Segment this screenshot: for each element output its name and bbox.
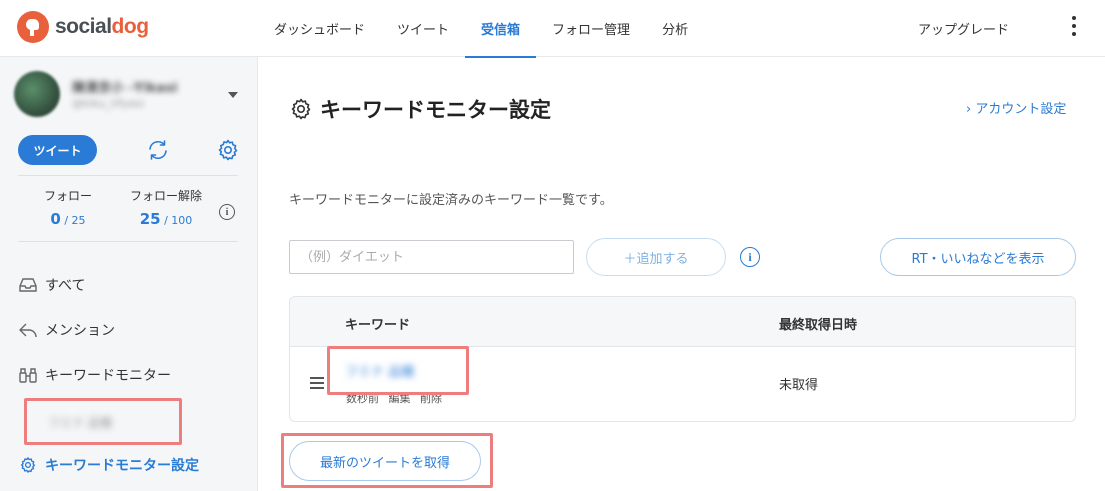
socialdog-logo[interactable]: socialdog [17,11,149,43]
follow-count: 0 / 25 [50,210,86,228]
nav-analytics[interactable]: 分析 [646,0,704,57]
sidebar-item-all[interactable]: すべて [18,275,85,295]
avatar[interactable] [14,71,60,117]
info-icon[interactable]: i [740,247,760,267]
highlight-box [281,433,493,488]
nav-inbox[interactable]: 受信箱 [465,0,537,58]
table-header: キーワード 最終取得日時 [290,297,1075,347]
tweet-button[interactable]: ツイート [18,135,97,165]
show-rt-likes-button[interactable]: RT・いいねなどを表示 [880,238,1076,276]
refresh-icon[interactable] [146,138,170,162]
reply-icon [19,323,37,338]
logo-text-social: social [55,15,112,38]
top-bar: socialdog ダッシュボード ツイート 受信箱 フォロー管理 分析 アップ… [0,0,1105,58]
follow-label: フォロー [43,189,92,203]
logo-text: socialdog [55,15,149,39]
nav-follow-management[interactable]: フォロー管理 [536,0,646,57]
page-title: キーワードモニター設定 [289,94,551,124]
gear-icon [20,457,36,473]
add-keyword-button[interactable]: ＋追加する [586,238,726,276]
upgrade-link[interactable]: アップグレード [918,0,1009,57]
unfollow-count: 25 / 100 [139,210,193,228]
keyword-input[interactable] [289,240,574,274]
account-handle: @kiku_tifyasi [72,97,145,110]
divider [18,175,238,176]
unfollow-label: フォロー解除 [129,189,202,203]
follow-stat: フォロー 0 / 25 [38,187,98,228]
sidebar-item-mentions[interactable]: メンション [18,320,115,340]
dog-logo-icon [17,11,49,43]
account-dropdown-icon[interactable] [228,92,238,98]
drag-handle-icon[interactable] [310,377,324,392]
gear-icon [291,98,311,120]
highlight-box [327,346,469,395]
sidebar-item-keyword-monitor[interactable]: キーワードモニター [18,365,171,385]
sidebar-item-keyword-settings[interactable]: キーワードモニター設定 [18,455,199,475]
sidebar-item-label: すべて [45,278,86,294]
description-text: キーワードモニターに設定済みのキーワード一覧です。 [289,193,613,208]
inbox-icon [19,278,37,292]
binoculars-icon [19,368,37,383]
divider [18,241,238,242]
column-header-last-fetched: 最終取得日時 [779,318,858,333]
highlight-box [24,398,182,445]
logo-text-dog: dog [111,15,149,38]
column-header-keyword: キーワード [345,318,411,333]
sidebar-item-label: キーワードモニター設定 [45,458,199,474]
last-fetched-value: 未取得 [779,378,819,393]
sidebar-item-label: キーワードモニター [45,368,171,384]
main-nav: ダッシュボード ツイート 受信箱 フォロー管理 分析 [258,0,704,58]
nav-dashboard[interactable]: ダッシュボード [258,0,381,57]
unfollow-stat: フォロー解除 25 / 100 [124,187,208,228]
more-menu-icon[interactable] [1064,14,1084,38]
account-settings-link[interactable]: › アカウント設定 [966,98,1066,117]
nav-tweet[interactable]: ツイート [381,0,465,57]
gear-icon[interactable] [216,138,240,162]
account-name: 陳清京小 -Yikasi [72,81,178,96]
page-title-text: キーワードモニター設定 [320,98,551,122]
info-icon[interactable]: i [219,204,235,220]
sidebar-item-label: メンション [45,323,115,339]
